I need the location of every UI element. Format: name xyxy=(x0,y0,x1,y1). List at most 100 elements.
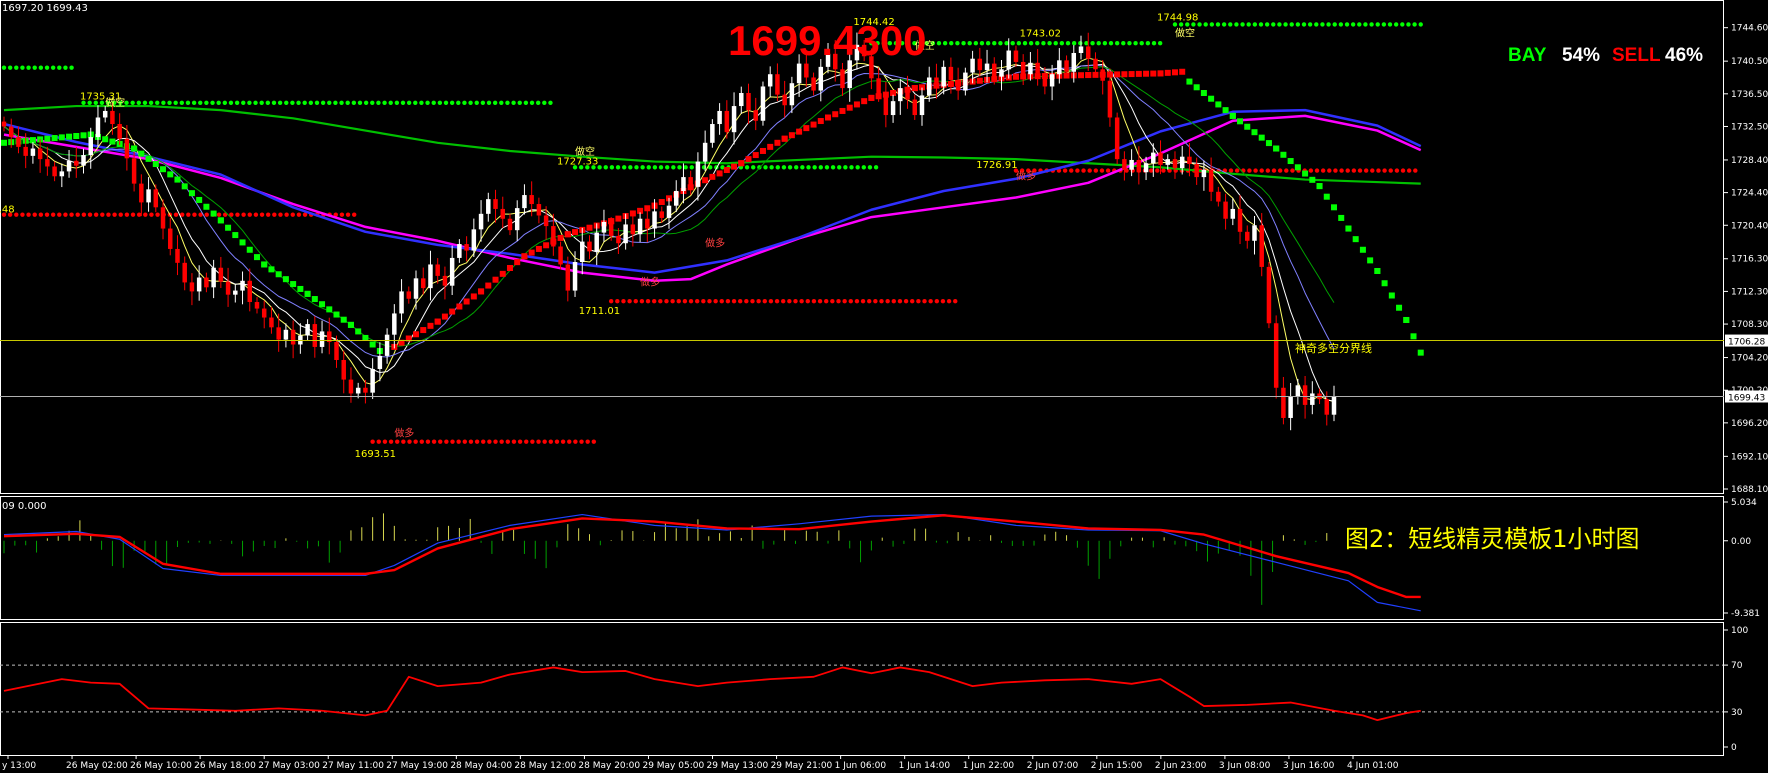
candle-body xyxy=(587,241,592,252)
bull-dot xyxy=(1,65,7,70)
bear-dot xyxy=(633,299,638,304)
bear-dot xyxy=(444,439,449,444)
trend-block-red xyxy=(535,245,542,252)
bull-dot xyxy=(462,100,467,105)
bear-dot xyxy=(688,299,694,304)
bear-dot xyxy=(1413,168,1418,173)
trend-block-green xyxy=(1309,176,1316,183)
candle-body xyxy=(1071,52,1077,72)
bear-dot xyxy=(1376,168,1381,173)
trend-block-red xyxy=(861,98,868,105)
bear-dot xyxy=(481,439,486,444)
candle-body xyxy=(1302,385,1308,405)
x-tick-label: 29 May 05:00 xyxy=(642,761,704,771)
bear-dot xyxy=(1087,168,1092,173)
bear-dot xyxy=(38,212,44,217)
candle-body xyxy=(731,106,737,133)
trend-block-green xyxy=(1352,236,1359,243)
bear-dot xyxy=(608,299,614,304)
candle-body xyxy=(355,387,361,394)
trend-block-red xyxy=(1150,70,1157,77)
candle-body xyxy=(1158,152,1163,165)
x-tick-label: 26 May 02:00 xyxy=(66,761,128,771)
bear-dot xyxy=(787,299,792,304)
candle-body xyxy=(363,387,368,393)
trend-block-green xyxy=(1396,304,1403,311)
bull-dot xyxy=(492,100,498,105)
bull-dot xyxy=(480,100,486,105)
trend-block-green xyxy=(210,210,217,217)
trend-block-red xyxy=(832,111,839,118)
candle-body xyxy=(695,161,701,187)
bull-dot xyxy=(38,65,44,70)
x-tick-label: 28 May 20:00 xyxy=(578,761,640,771)
bear-marker: 做空 xyxy=(105,96,125,109)
bull-dot xyxy=(20,65,25,70)
candle-body xyxy=(992,63,997,77)
bay-percent: 54% xyxy=(1562,45,1600,66)
bear-dot xyxy=(468,439,474,444)
bull-dot xyxy=(241,100,246,105)
candle-body xyxy=(616,235,621,244)
candle-body xyxy=(384,334,390,356)
bear-dot xyxy=(1093,168,1099,173)
price-annotation: 1693.51 xyxy=(355,449,396,460)
bull-dot xyxy=(671,165,676,170)
bull-dot xyxy=(763,165,768,170)
bull-dot xyxy=(388,100,393,105)
bear-dot xyxy=(567,439,572,444)
x-tick-label: 27 May 19:00 xyxy=(386,761,448,771)
bear-dot xyxy=(155,212,160,217)
candle-body xyxy=(702,142,708,162)
bull-dot xyxy=(1400,22,1405,27)
bear-dot xyxy=(505,439,511,444)
bear-dot xyxy=(1271,168,1277,173)
bear-dot xyxy=(542,439,547,444)
candle-body xyxy=(955,79,961,91)
trend-block-red xyxy=(1171,69,1178,76)
bear-dot xyxy=(136,212,142,217)
price-annotation: 1726.91 xyxy=(976,160,1017,171)
bear-dot xyxy=(731,299,737,304)
bull-dot xyxy=(247,100,252,105)
bull-dot xyxy=(419,100,424,105)
big-price-label: 1699.4300 xyxy=(728,17,927,64)
x-tick-label: 2 Jun 23:00 xyxy=(1155,761,1207,771)
candle-body xyxy=(876,78,881,96)
bear-dot xyxy=(615,299,620,304)
bear-dot xyxy=(946,299,952,304)
candle-body xyxy=(269,317,274,328)
bull-dot xyxy=(486,100,492,105)
x-tick-label: y 13:00 xyxy=(2,761,36,771)
bull-dot xyxy=(327,100,332,105)
bull-dot xyxy=(744,165,750,170)
candle-body xyxy=(898,88,903,102)
bull-dot xyxy=(357,100,363,105)
bull-dot xyxy=(376,100,381,105)
candle-body xyxy=(507,218,513,231)
bear-dot xyxy=(910,299,915,304)
candle-body xyxy=(196,277,202,292)
candle-body xyxy=(377,355,383,369)
bear-dot xyxy=(824,299,829,304)
bear-dot xyxy=(149,212,154,217)
bear-dot xyxy=(487,439,492,444)
bull-dot xyxy=(1252,22,1258,27)
bear-dot xyxy=(413,439,418,444)
bear-dot xyxy=(1382,168,1387,173)
candle-body xyxy=(659,211,665,218)
trend-block-green xyxy=(253,254,260,261)
bull-dot xyxy=(985,40,991,46)
candle-body xyxy=(1288,396,1293,418)
price-annotation: 1744.98 xyxy=(1157,13,1198,24)
bull-dot xyxy=(167,100,172,105)
bull-dot xyxy=(523,100,529,105)
bull-dot xyxy=(69,65,74,70)
bear-dot xyxy=(1155,168,1160,173)
bull-dot xyxy=(775,165,780,170)
trend-block-green xyxy=(268,266,275,273)
bear-dot xyxy=(579,439,584,444)
trend-block-red xyxy=(731,163,738,170)
bull-dot xyxy=(1289,22,1294,27)
trend-block-green xyxy=(131,145,138,152)
